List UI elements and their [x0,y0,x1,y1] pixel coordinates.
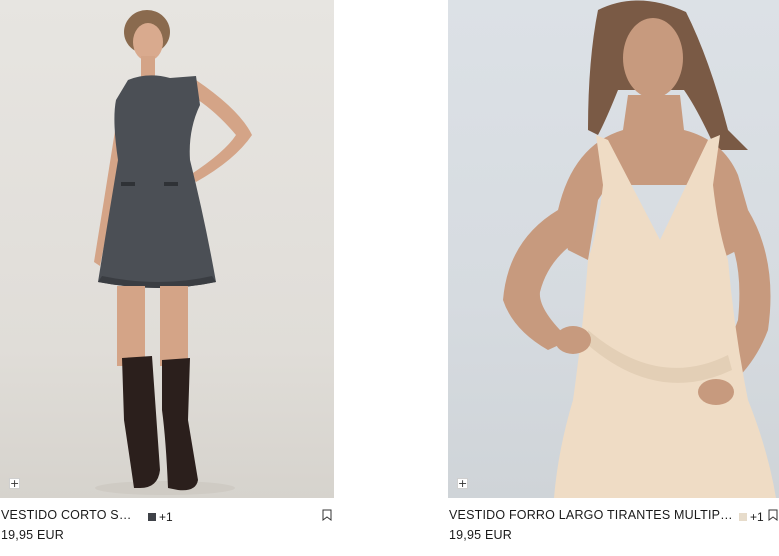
bookmark-icon[interactable] [322,509,332,521]
color-swatch[interactable] [739,513,747,521]
product-name[interactable]: VESTIDO CORTO SOFT [1,508,141,522]
add-to-cart-button[interactable]: + [457,478,468,489]
color-swatches[interactable]: +1 [739,510,764,524]
plus-icon: + [10,477,20,490]
color-swatch[interactable] [148,513,156,521]
add-to-cart-button[interactable]: + [9,478,20,489]
product-image[interactable]: + [448,0,779,498]
product-name[interactable]: VESTIDO FORRO LARGO TIRANTES MULTIPOSICI… [449,508,733,522]
product-price: 19,95 EUR [449,528,512,542]
product-card[interactable]: + VESTIDO CORTO SOFT +1 19,95 EUR [0,0,334,556]
color-swatches[interactable]: +1 [148,510,173,524]
extra-colors-count: +1 [159,510,173,524]
plus-icon: + [458,477,468,490]
product-info: VESTIDO CORTO SOFT +1 19,95 EUR [0,498,334,556]
product-card[interactable]: + VESTIDO FORRO LARGO TIRANTES MULTIPOSI… [448,0,779,556]
product-info: VESTIDO FORRO LARGO TIRANTES MULTIPOSICI… [448,498,779,556]
model-in-grey-dress-illustration [94,10,252,495]
bookmark-icon[interactable] [768,509,778,521]
extra-colors-count: +1 [750,510,764,524]
product-image[interactable]: + [0,0,334,498]
product-price: 19,95 EUR [1,528,64,542]
model-in-slip-dress-illustration [503,0,776,498]
